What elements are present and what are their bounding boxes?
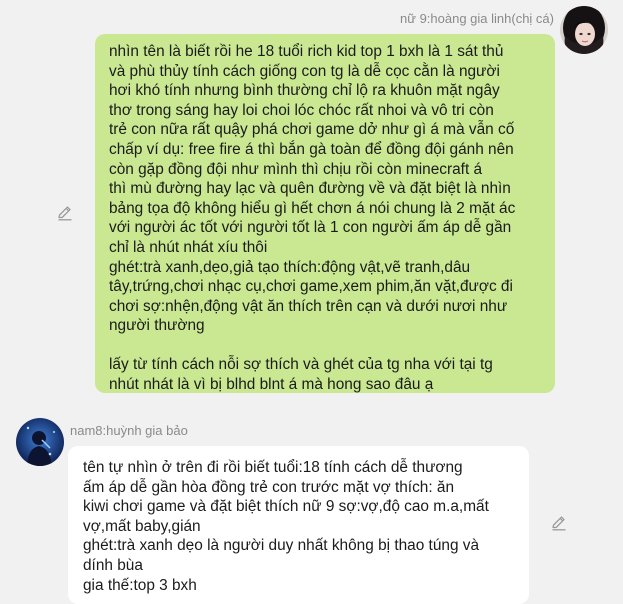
- girl-avatar-icon[interactable]: [560, 6, 608, 54]
- boy-avatar-icon[interactable]: [16, 418, 64, 466]
- sender-name: nữ 9:hoàng gia linh(chị cá): [400, 11, 554, 26]
- message-bubble: nhìn tên là biết rồi he 18 tuổi rich kid…: [95, 34, 555, 393]
- message-bubble: tên tự nhìn ở trên đi rồi biết tuổi:18 t…: [68, 446, 529, 604]
- edit-icon[interactable]: [56, 204, 74, 222]
- sender-name: nam8:huỳnh gia bảo: [70, 423, 188, 438]
- edit-icon[interactable]: [550, 514, 568, 532]
- message-paragraph: tên tự nhìn ở trên đi rồi biết tuổi:18 t…: [83, 459, 489, 594]
- message-paragraph: lấy từ tính cách nỗi sợ thích và ghét củ…: [109, 355, 493, 393]
- message-paragraph: ghét:trà xanh,dẹo,giả tạo thích:động vật…: [109, 258, 513, 335]
- message-paragraph: nhìn tên là biết rồi he 18 tuổi rich kid…: [109, 43, 516, 256]
